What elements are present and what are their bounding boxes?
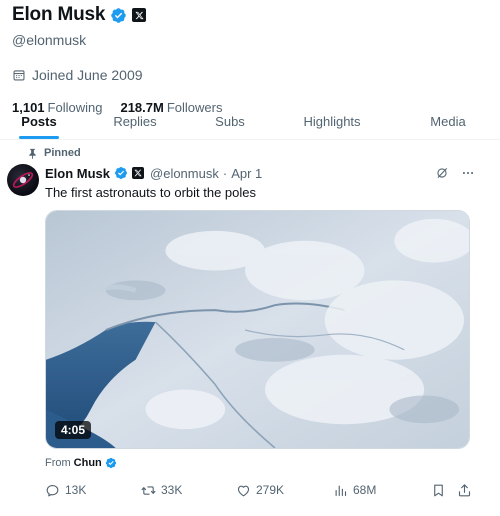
x-logo-icon <box>132 8 147 22</box>
profile-tabs: Posts Replies Subs Highlights Media <box>0 104 500 140</box>
reply-count: 13K <box>65 483 87 497</box>
reply-icon <box>46 484 59 496</box>
like-count: 279K <box>256 483 285 497</box>
tab-posts[interactable]: Posts <box>0 104 78 139</box>
tab-media[interactable]: Media <box>396 104 500 138</box>
share-icon <box>458 483 471 496</box>
like-button[interactable]: 279K <box>236 483 284 498</box>
video-attribution: From Chun <box>45 457 117 469</box>
verified-badge-icon[interactable] <box>110 7 127 24</box>
grok-icon[interactable] <box>435 166 449 180</box>
bookmark-button[interactable] <box>431 483 446 498</box>
active-tab-indicator <box>19 136 59 139</box>
joined-date: Joined June 2009 <box>12 66 488 84</box>
tweet-author-handle[interactable]: @elonmusk <box>150 166 219 181</box>
x-logo-icon <box>132 167 145 179</box>
tab-replies[interactable]: Replies <box>78 104 192 138</box>
tab-media-label: Media <box>430 113 466 129</box>
tab-replies-label: Replies <box>113 113 157 129</box>
tab-highlights[interactable]: Highlights <box>268 104 396 138</box>
joined-text: Joined June 2009 <box>32 67 143 83</box>
tab-subs[interactable]: Subs <box>192 104 268 138</box>
tweet-header: Elon Musk @elonmusk · Apr 1 <box>45 164 475 182</box>
pin-icon <box>29 148 36 159</box>
polar-ice-image <box>46 211 469 448</box>
retweet-icon <box>141 485 156 495</box>
tweet-actions: 13K 33K 279K 68M <box>45 481 475 499</box>
verified-badge-icon[interactable] <box>114 166 128 180</box>
views-count: 68M <box>353 483 377 497</box>
meta-separator: · <box>222 165 228 181</box>
tweet-date[interactable]: Apr 1 <box>231 166 262 181</box>
share-button[interactable] <box>457 483 472 498</box>
avatar[interactable] <box>7 164 39 196</box>
profile-handle: @elonmusk <box>12 32 87 48</box>
profile-name: Elon Musk <box>12 4 106 25</box>
repost-count: 33K <box>161 483 183 497</box>
repost-button[interactable]: 33K <box>141 483 182 498</box>
tweet-video[interactable]: 4:05 <box>45 210 470 449</box>
views-button[interactable]: 68M <box>333 483 376 498</box>
profile-name-row: Elon Musk <box>12 4 488 26</box>
video-duration: 4:05 <box>55 421 92 439</box>
bookmark-icon <box>434 484 443 496</box>
tab-posts-label: Posts <box>21 113 57 129</box>
views-icon <box>335 485 347 496</box>
from-prefix: From <box>45 457 71 469</box>
tweet-author-name[interactable]: Elon Musk <box>45 166 110 181</box>
verified-badge-icon <box>105 457 116 469</box>
calendar-icon <box>13 70 25 81</box>
pinned-indicator: Pinned <box>27 147 81 159</box>
from-name[interactable]: Chun <box>74 457 102 469</box>
reply-button[interactable]: 13K <box>45 483 86 498</box>
more-icon[interactable] <box>461 166 475 180</box>
profile-header: Elon Musk @elonmusk Joined June 2009 1,1… <box>12 4 488 116</box>
pinned-label: Pinned <box>44 147 81 159</box>
tweet-text: The first astronauts to orbit the poles <box>45 185 256 200</box>
tweet-header-actions <box>435 166 475 180</box>
tab-highlights-label: Highlights <box>303 113 361 129</box>
tab-subs-label: Subs <box>215 113 245 129</box>
like-icon <box>237 485 250 496</box>
